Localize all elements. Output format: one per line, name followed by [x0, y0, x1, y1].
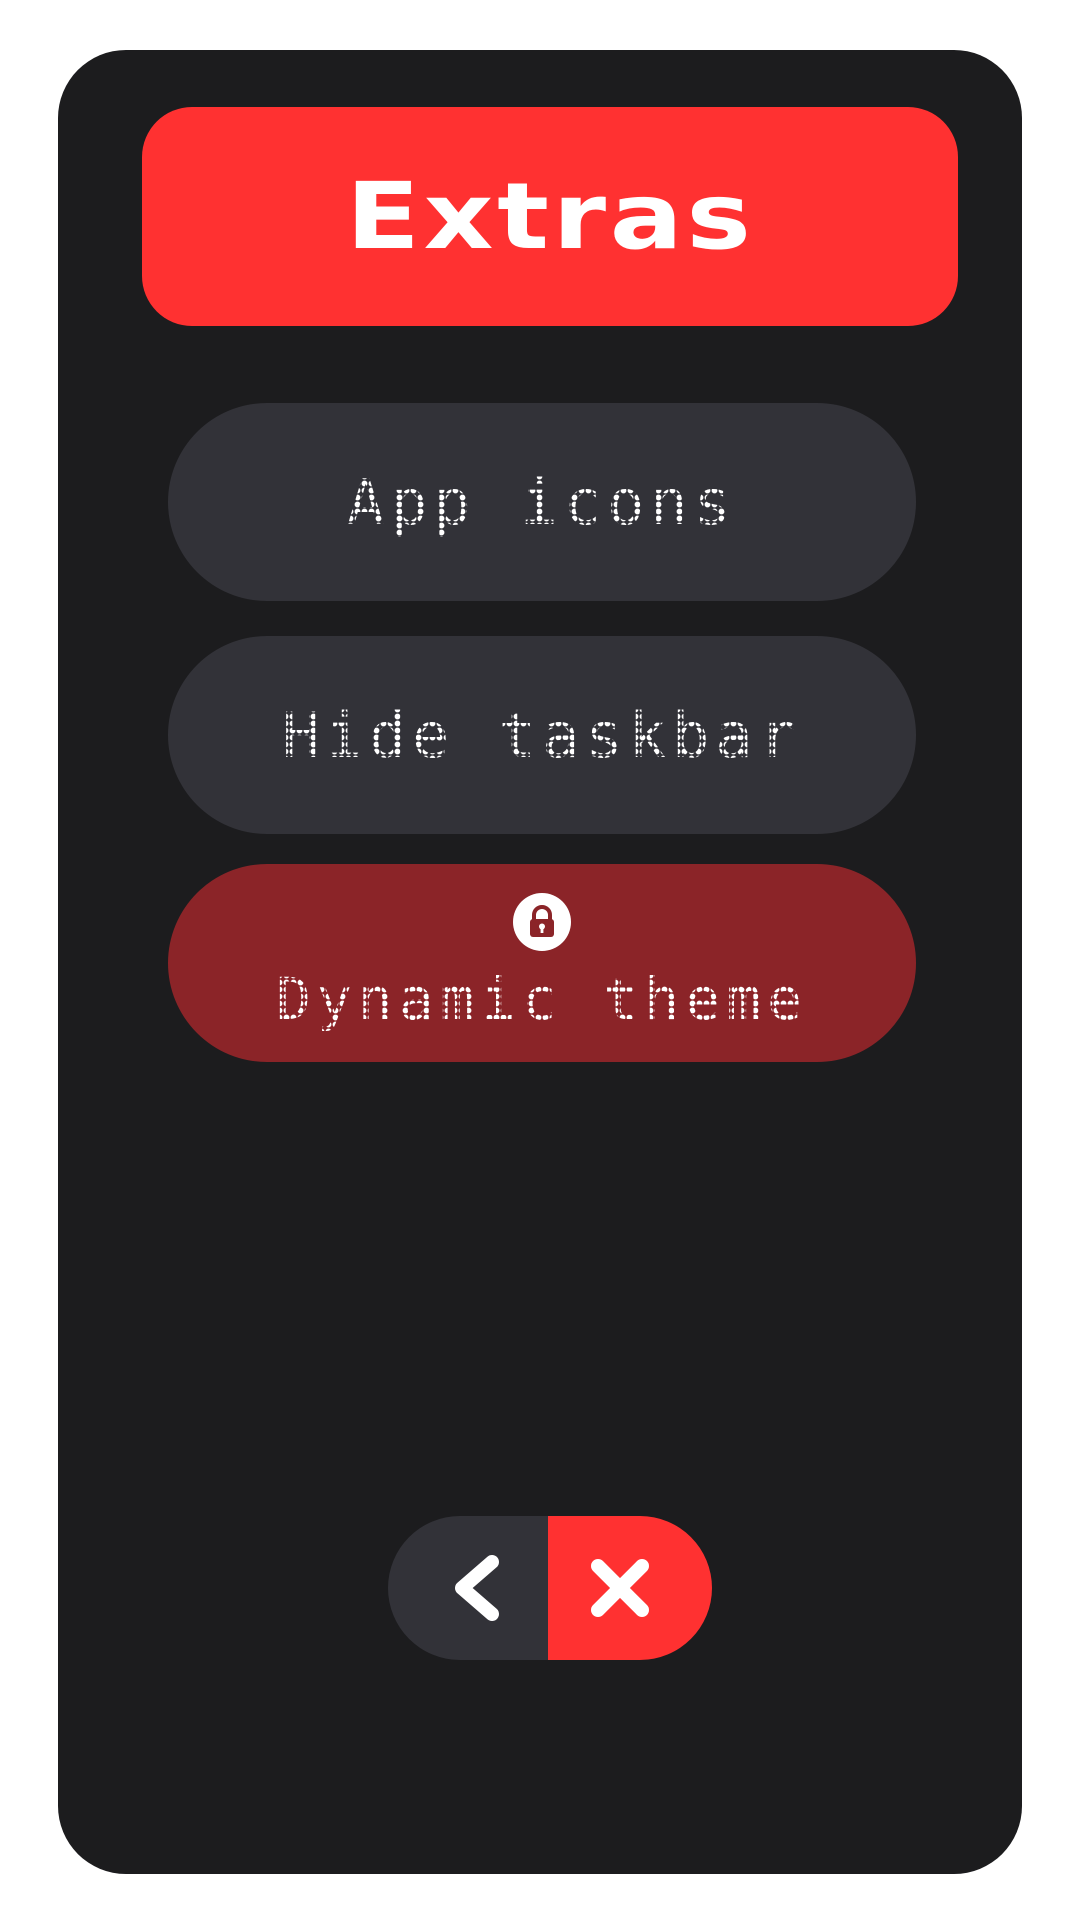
chevron-left-icon — [455, 1555, 499, 1621]
bottom-nav — [388, 1516, 712, 1660]
app-icons-button[interactable]: App icons — [168, 403, 916, 601]
hide-taskbar-label: Hide taskbar — [282, 698, 802, 772]
dynamic-theme-button[interactable]: Dynamic theme — [168, 864, 916, 1062]
app-icons-label: App icons — [347, 465, 737, 539]
header-banner: Extras — [142, 107, 958, 326]
extras-panel: Extras App icons Hide taskbar Dynamic th… — [58, 50, 1022, 1874]
close-icon — [591, 1559, 649, 1617]
lock-icon — [513, 893, 571, 951]
back-button[interactable] — [388, 1516, 548, 1660]
hide-taskbar-button[interactable]: Hide taskbar — [168, 636, 916, 834]
close-button[interactable] — [548, 1516, 712, 1660]
dynamic-theme-label: Dynamic theme — [276, 965, 808, 1033]
page-title: Extras — [345, 163, 755, 270]
